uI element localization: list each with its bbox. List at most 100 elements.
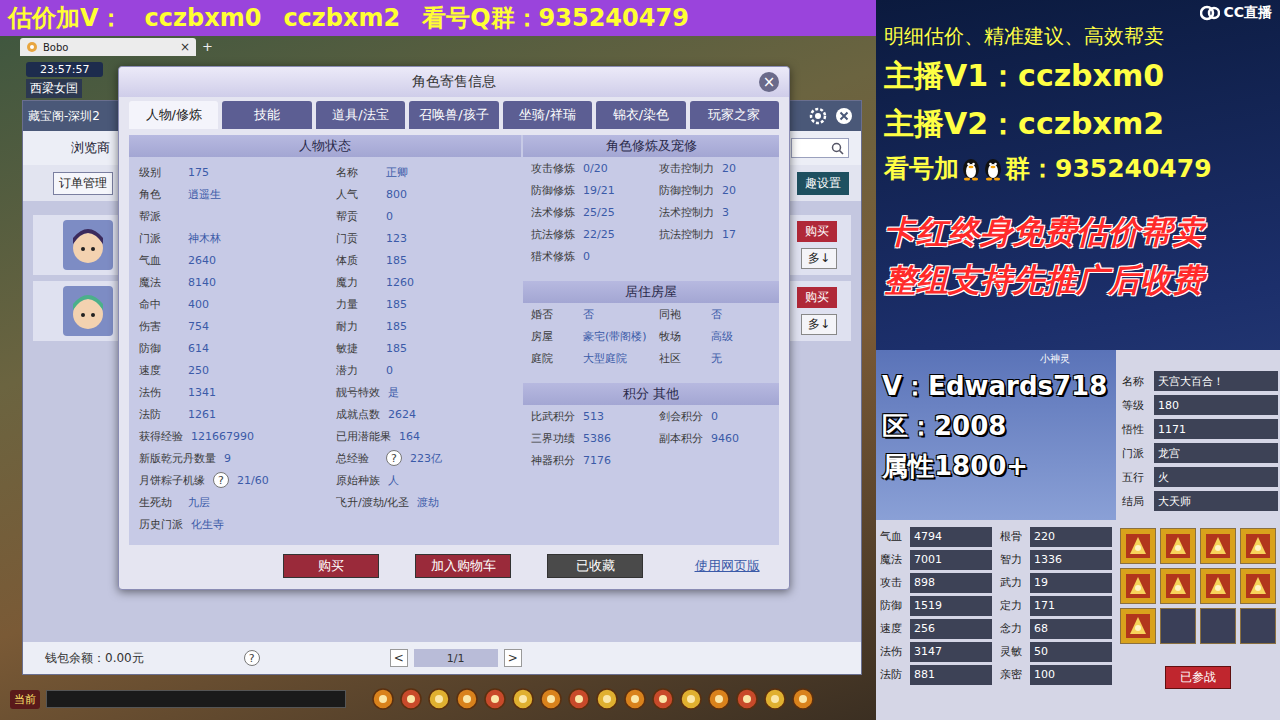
skill-slot[interactable]: [1240, 608, 1276, 644]
row-value: 0: [386, 210, 393, 223]
status-row: 魔力1260: [336, 271, 521, 293]
help-button[interactable]: ?: [386, 450, 402, 466]
pager-next[interactable]: >: [504, 649, 522, 667]
row-value: 250: [188, 364, 209, 377]
shop-nav-link[interactable]: 浏览商: [71, 139, 110, 157]
shop-search[interactable]: [791, 138, 849, 158]
status-row: 月饼粽子机缘?21/60: [139, 469, 326, 491]
toolbar-item-icon[interactable]: [708, 688, 730, 710]
action-button[interactable]: 已收藏: [547, 554, 643, 578]
skill-slot[interactable]: [1240, 528, 1276, 564]
pet-sprite-label: 小神灵: [1040, 352, 1070, 366]
dialog-tab[interactable]: 人物/修炼: [129, 101, 218, 129]
skill-icon: [1164, 532, 1192, 560]
pet-stat: 法防881: [880, 664, 992, 685]
pager-prev[interactable]: <: [390, 649, 408, 667]
skill-slot[interactable]: [1120, 568, 1156, 604]
toolbar-item-icon[interactable]: [680, 688, 702, 710]
row-value: 123: [386, 232, 407, 245]
toolbar-item-icon[interactable]: [540, 688, 562, 710]
row-label: 速度: [139, 363, 180, 378]
dialog-tab[interactable]: 坐骑/祥瑞: [503, 101, 592, 129]
toolbar-item-icon[interactable]: [736, 688, 758, 710]
client-tab-add[interactable]: +: [202, 38, 213, 56]
action-button[interactable]: 使用网页版: [679, 555, 775, 577]
row-label: 靓号特效: [336, 385, 380, 400]
action-button[interactable]: 购买: [283, 554, 379, 578]
row-label: 抗法控制力: [659, 227, 714, 242]
skill-slot[interactable]: [1240, 568, 1276, 604]
toolbar-item-icon[interactable]: [568, 688, 590, 710]
toolbar-item-icon[interactable]: [512, 688, 534, 710]
toolbar-item-icon[interactable]: [400, 688, 422, 710]
pet-stat: 灵敏50: [1000, 641, 1112, 662]
pet-value: 898: [910, 573, 992, 593]
skill-slot[interactable]: [1200, 568, 1236, 604]
row-value: 渡劫: [417, 495, 439, 510]
client-tab[interactable]: Bobo ×: [20, 38, 196, 56]
dialog-tab[interactable]: 玩家之家: [690, 101, 779, 129]
skill-slot[interactable]: [1160, 608, 1196, 644]
section-cell: 抗法修炼22/25: [523, 223, 651, 245]
skill-slot[interactable]: [1200, 528, 1236, 564]
toolbar-item-icon[interactable]: [484, 688, 506, 710]
skill-slot[interactable]: [1160, 528, 1196, 564]
dialog-tab[interactable]: 召唤兽/孩子: [409, 101, 498, 129]
shop-footer: 钱包余额：0.00元?<1/1>: [23, 642, 861, 674]
row-value: 人: [388, 473, 399, 488]
dialog-close[interactable]: ×: [759, 72, 779, 92]
skill-slot[interactable]: [1160, 568, 1196, 604]
toolbar-item-icon[interactable]: [652, 688, 674, 710]
row-label: 抗法修炼: [531, 227, 575, 242]
dialog-tab[interactable]: 技能: [222, 101, 311, 129]
stream-promo: 整组支持先推广后收费: [884, 260, 1274, 300]
toolbar-item-icon[interactable]: [372, 688, 394, 710]
pet-info-row: 门派龙宫: [1122, 442, 1278, 464]
buy-button[interactable]: 购买: [797, 221, 837, 242]
section-cell: 副本积分9460: [651, 427, 779, 449]
row-value: 17: [722, 228, 736, 241]
chat-input[interactable]: [46, 690, 346, 708]
skill-slot[interactable]: [1120, 528, 1156, 564]
skill-icon: [1204, 572, 1232, 600]
close-icon[interactable]: [835, 107, 853, 125]
help-button[interactable]: ?: [244, 650, 260, 666]
toolbar-item-icon[interactable]: [764, 688, 786, 710]
toolbar-item-icon[interactable]: [596, 688, 618, 710]
dialog-tab[interactable]: 锦衣/染色: [596, 101, 685, 129]
pet-value: 1519: [910, 596, 992, 616]
action-button[interactable]: 加入购物车: [415, 554, 511, 578]
buy-button[interactable]: 购买: [797, 287, 837, 308]
settings-button[interactable]: 趣设置: [797, 172, 849, 195]
client-tab-close[interactable]: ×: [180, 40, 190, 54]
side-sections: 角色修炼及宠修攻击修炼0/20攻击控制力20防御修炼19/21防御控制力20法术…: [523, 135, 779, 545]
row-label: 比武积分: [531, 409, 575, 424]
pet-label: 速度: [880, 621, 906, 636]
toolbar-item-icon[interactable]: [456, 688, 478, 710]
row-label: 名称: [336, 165, 378, 180]
toolbar-item-icon[interactable]: [624, 688, 646, 710]
row-value: 豪宅(带阁楼): [583, 329, 647, 344]
role-sale-dialog: 角色寄售信息×人物/修炼技能道具/法宝召唤兽/孩子坐骑/祥瑞锦衣/染色玩家之家人…: [118, 66, 790, 590]
client-tab-title: Bobo: [43, 42, 175, 53]
pet-stat: 定力171: [1000, 595, 1112, 616]
dialog-tab[interactable]: 道具/法宝: [316, 101, 405, 129]
chat-channel[interactable]: 当前: [10, 690, 40, 709]
order-button[interactable]: 订单管理: [53, 172, 113, 195]
battle-status-button[interactable]: 已参战: [1165, 666, 1231, 689]
pet-label: 悟性: [1122, 422, 1148, 437]
row-label: 神器积分: [531, 453, 575, 468]
pet-value: 256: [910, 619, 992, 639]
more-button[interactable]: 多↓: [801, 314, 837, 335]
gear-icon[interactable]: [809, 107, 827, 125]
info-section: 积分 其他比武积分513剑会积分0三界功绩5386副本积分9460神器积分717…: [523, 383, 779, 471]
toolbar-item-icon[interactable]: [792, 688, 814, 710]
toolbar-item-icon[interactable]: [428, 688, 450, 710]
pet-stat: 防御1519: [880, 595, 992, 616]
pet-stat: 武力19: [1000, 572, 1112, 593]
pet-stat: 法伤3147: [880, 641, 992, 662]
skill-slot[interactable]: [1200, 608, 1236, 644]
more-button[interactable]: 多↓: [801, 248, 837, 269]
skill-slot[interactable]: [1120, 608, 1156, 644]
help-button[interactable]: ?: [213, 472, 229, 488]
